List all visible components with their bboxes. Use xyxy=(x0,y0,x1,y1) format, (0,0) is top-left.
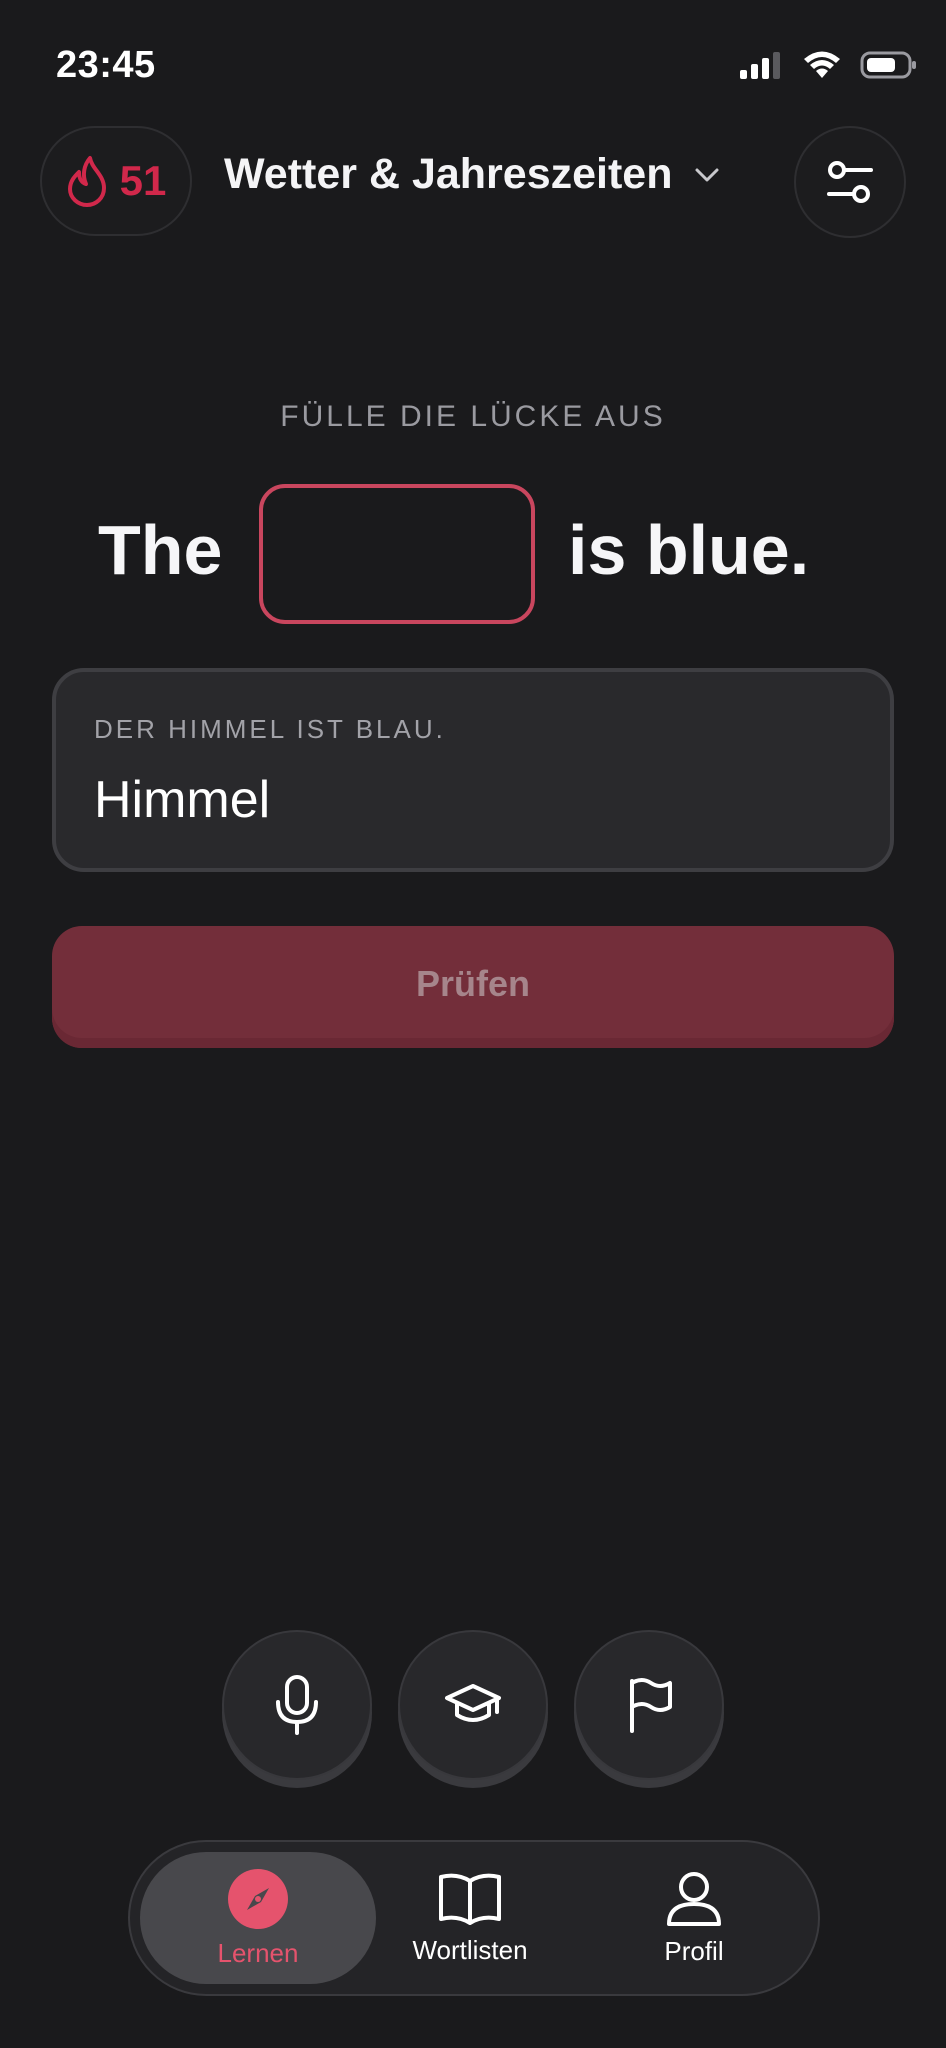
app-screen: 23:45 51 Wetter & Jahreszeiten FÜLLE DIE… xyxy=(0,0,946,2048)
check-button[interactable]: Prüfen xyxy=(52,926,894,1048)
cellular-signal-icon xyxy=(740,52,780,79)
nav-item-wortlisten[interactable]: Wortlisten xyxy=(370,1852,570,1984)
sentence-text-after: is blue. xyxy=(568,511,810,589)
compass-icon xyxy=(228,1868,288,1929)
streak-badge[interactable]: 51 xyxy=(40,126,192,236)
answer-blank xyxy=(259,484,535,624)
sentence-text-before: The xyxy=(98,511,223,589)
chevron-down-icon xyxy=(695,168,719,181)
graduation-cap-icon xyxy=(445,1684,501,1722)
flag-icon xyxy=(630,1678,672,1733)
topic-title: Wetter & Jahreszeiten xyxy=(224,150,673,198)
book-icon xyxy=(439,1873,501,1925)
nav-label-wortlisten: Wortlisten xyxy=(412,1934,528,1965)
status-icons xyxy=(738,50,918,80)
person-icon xyxy=(667,1871,721,1926)
learn-tip-button[interactable] xyxy=(398,1630,548,1780)
microphone-button[interactable] xyxy=(222,1630,372,1780)
nav-item-profil[interactable]: Profil xyxy=(594,1852,794,1984)
bottom-navigation: Lernen Wortlisten Profil xyxy=(128,1840,820,1996)
exercise-instruction: FÜLLE DIE LÜCKE AUS xyxy=(280,400,666,433)
microphone-icon xyxy=(276,1675,318,1735)
answer-input[interactable] xyxy=(94,770,854,830)
nav-label-lernen: Lernen xyxy=(217,1937,299,1968)
sliders-icon xyxy=(827,161,873,203)
nav-item-lernen[interactable]: Lernen xyxy=(140,1852,376,1984)
battery-icon xyxy=(860,51,916,79)
topic-dropdown[interactable]: Wetter & Jahreszeiten xyxy=(224,150,720,199)
report-button[interactable] xyxy=(574,1630,724,1780)
answer-card[interactable]: DER HIMMEL IST BLAU. xyxy=(52,668,894,872)
status-time: 23:45 xyxy=(56,44,156,86)
flame-icon xyxy=(67,156,106,207)
nav-label-profil: Profil xyxy=(664,1935,724,1966)
filter-settings-button[interactable] xyxy=(794,126,906,238)
translation-hint: DER HIMMEL IST BLAU. xyxy=(94,714,446,744)
streak-count: 51 xyxy=(119,157,167,204)
wifi-icon xyxy=(804,51,840,78)
